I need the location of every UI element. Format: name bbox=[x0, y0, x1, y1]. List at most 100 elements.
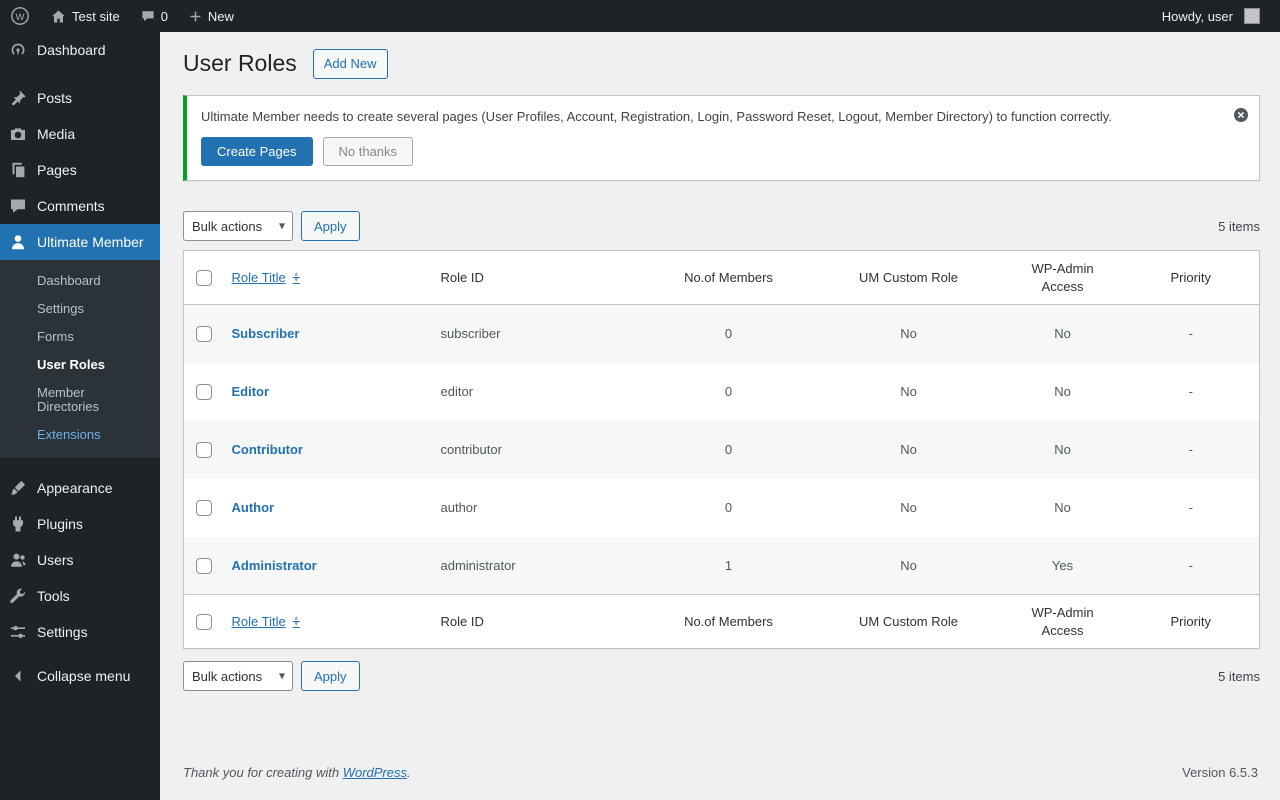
items-count: 5 items bbox=[1218, 668, 1260, 684]
role-title-link[interactable]: Editor bbox=[232, 384, 270, 399]
table-body: Subscriber subscriber 0 No No - Editor e… bbox=[183, 304, 1260, 595]
page-heading-row: User Roles Add New bbox=[183, 49, 1260, 80]
site-name-menu[interactable]: Test site bbox=[40, 0, 130, 32]
bulk-actions-select[interactable]: Bulk actions bbox=[183, 211, 293, 242]
wp-admin-access-cell: No bbox=[1054, 442, 1071, 458]
sidebar-item-label: Appearance bbox=[37, 480, 113, 496]
submenu-item-member-directories[interactable]: Member Directories bbox=[0, 379, 160, 421]
column-header-members: No.of Members bbox=[642, 594, 815, 649]
priority-cell: - bbox=[1188, 557, 1193, 573]
sliders-icon bbox=[8, 622, 28, 642]
role-id-cell: administrator bbox=[440, 557, 516, 573]
column-header-role-id: Role ID bbox=[430, 594, 643, 649]
menu-separator bbox=[0, 68, 160, 80]
comment-icon bbox=[8, 196, 28, 216]
wordpress-logo-icon: W bbox=[10, 6, 30, 26]
role-title-link[interactable]: Subscriber bbox=[232, 326, 300, 341]
wp-admin-access-cell: No bbox=[1054, 326, 1071, 342]
table-row: Contributor contributor 0 No No - bbox=[183, 420, 1260, 479]
sort-role-title-link[interactable]: Role Title ▲ ▼ bbox=[232, 613, 300, 631]
bulk-actions-select[interactable]: Bulk actions bbox=[183, 661, 293, 692]
role-id-cell: subscriber bbox=[440, 326, 501, 342]
role-id-cell: contributor bbox=[440, 442, 502, 458]
user-icon bbox=[8, 232, 28, 252]
apply-button[interactable]: Apply bbox=[301, 661, 360, 692]
row-checkbox[interactable] bbox=[196, 557, 212, 574]
my-account-menu[interactable]: Howdy, user bbox=[1152, 0, 1270, 32]
custom-role-cell: No bbox=[900, 326, 917, 342]
select-all-checkbox[interactable] bbox=[196, 270, 212, 287]
avatar bbox=[1244, 8, 1260, 24]
sidebar-item-label: Dashboard bbox=[37, 42, 106, 58]
priority-cell: - bbox=[1188, 500, 1193, 516]
sidebar-item-ultimate-member[interactable]: Ultimate Member bbox=[0, 224, 160, 260]
custom-role-cell: No bbox=[900, 384, 917, 400]
sidebar-item-media[interactable]: Media bbox=[0, 116, 160, 152]
sidebar-item-label: Posts bbox=[37, 90, 73, 106]
wp-admin-access-cell: Yes bbox=[1051, 557, 1074, 573]
sidebar-item-plugins[interactable]: Plugins bbox=[0, 506, 160, 542]
submenu-item-user-roles[interactable]: User Roles bbox=[0, 351, 160, 379]
table-row: Editor editor 0 No No - bbox=[184, 363, 1260, 421]
role-title-link[interactable]: Author bbox=[232, 500, 275, 515]
sidebar-item-label: Users bbox=[37, 552, 74, 568]
sidebar-item-label: Ultimate Member bbox=[37, 234, 144, 250]
wp-admin-access-cell: No bbox=[1054, 384, 1071, 400]
priority-cell: - bbox=[1188, 442, 1193, 458]
sidebar-item-settings[interactable]: Settings bbox=[0, 614, 160, 650]
role-id-cell: author bbox=[440, 500, 478, 516]
column-header-custom-role: UM Custom Role bbox=[814, 594, 1003, 649]
role-title-link[interactable]: Administrator bbox=[232, 558, 317, 573]
submenu-item-forms[interactable]: Forms bbox=[0, 323, 160, 351]
row-checkbox[interactable] bbox=[196, 326, 212, 343]
add-new-button[interactable]: Add New bbox=[312, 49, 388, 80]
brush-icon bbox=[8, 478, 28, 498]
user-roles-table: Role Title ▲ ▼ Role ID No.of Members UM C… bbox=[183, 250, 1260, 650]
sort-arrows-icon: ▲ ▼ bbox=[292, 614, 300, 628]
users-icon bbox=[8, 550, 28, 570]
ultimate-member-submenu: Dashboard Settings Forms User Roles Memb… bbox=[0, 260, 160, 458]
priority-cell: - bbox=[1188, 326, 1193, 342]
select-all-checkbox[interactable] bbox=[196, 614, 212, 631]
submenu-item-extensions[interactable]: Extensions bbox=[0, 421, 160, 449]
comment-bubble-icon bbox=[140, 8, 156, 24]
sidebar-item-comments[interactable]: Comments bbox=[0, 188, 160, 224]
svg-text:W: W bbox=[16, 12, 25, 23]
sidebar-item-label: Collapse menu bbox=[37, 668, 131, 684]
sort-arrows-icon: ▲ ▼ bbox=[292, 270, 300, 284]
sidebar-item-collapse-menu[interactable]: Collapse menu bbox=[0, 658, 160, 694]
sidebar-item-appearance[interactable]: Appearance bbox=[0, 470, 160, 506]
new-content-menu[interactable]: New bbox=[178, 0, 244, 32]
apply-button[interactable]: Apply bbox=[301, 211, 360, 242]
sort-role-title-link[interactable]: Role Title ▲ ▼ bbox=[232, 269, 300, 287]
priority-cell: - bbox=[1188, 384, 1193, 400]
sidebar-item-pages[interactable]: Pages bbox=[0, 152, 160, 188]
custom-role-cell: No bbox=[900, 557, 917, 573]
submenu-item-settings[interactable]: Settings bbox=[0, 295, 160, 323]
role-title-link[interactable]: Contributor bbox=[232, 442, 303, 457]
no-thanks-button[interactable]: No thanks bbox=[322, 137, 414, 167]
plus-icon bbox=[188, 9, 203, 24]
sidebar-item-posts[interactable]: Posts bbox=[0, 80, 160, 116]
row-checkbox[interactable] bbox=[196, 441, 212, 458]
members-cell: 0 bbox=[724, 384, 733, 400]
wordpress-logo-menu[interactable]: W bbox=[0, 0, 40, 32]
row-checkbox[interactable] bbox=[196, 499, 212, 516]
submenu-item-dashboard[interactable]: Dashboard bbox=[0, 267, 160, 295]
row-checkbox[interactable] bbox=[196, 383, 212, 400]
table-nav-top: Bulk actions Apply 5 items bbox=[183, 211, 1260, 242]
sidebar-item-label: Settings bbox=[37, 624, 88, 640]
comments-menu[interactable]: 0 bbox=[130, 0, 178, 32]
wordpress-link[interactable]: WordPress bbox=[343, 765, 407, 780]
wp-admin-access-cell: No bbox=[1054, 500, 1071, 516]
admin-bar-right: Howdy, user bbox=[1152, 0, 1280, 32]
sidebar-item-tools[interactable]: Tools bbox=[0, 578, 160, 614]
column-header-priority: Priority bbox=[1122, 250, 1260, 306]
sidebar-item-dashboard[interactable]: Dashboard bbox=[0, 32, 160, 68]
dismiss-notice-icon[interactable] bbox=[1233, 107, 1249, 123]
create-pages-button[interactable]: Create Pages bbox=[201, 137, 313, 167]
table-nav-bottom: Bulk actions Apply 5 items bbox=[183, 661, 1260, 692]
menu-separator bbox=[0, 458, 160, 470]
sidebar-item-users[interactable]: Users bbox=[0, 542, 160, 578]
plug-icon bbox=[8, 514, 28, 534]
